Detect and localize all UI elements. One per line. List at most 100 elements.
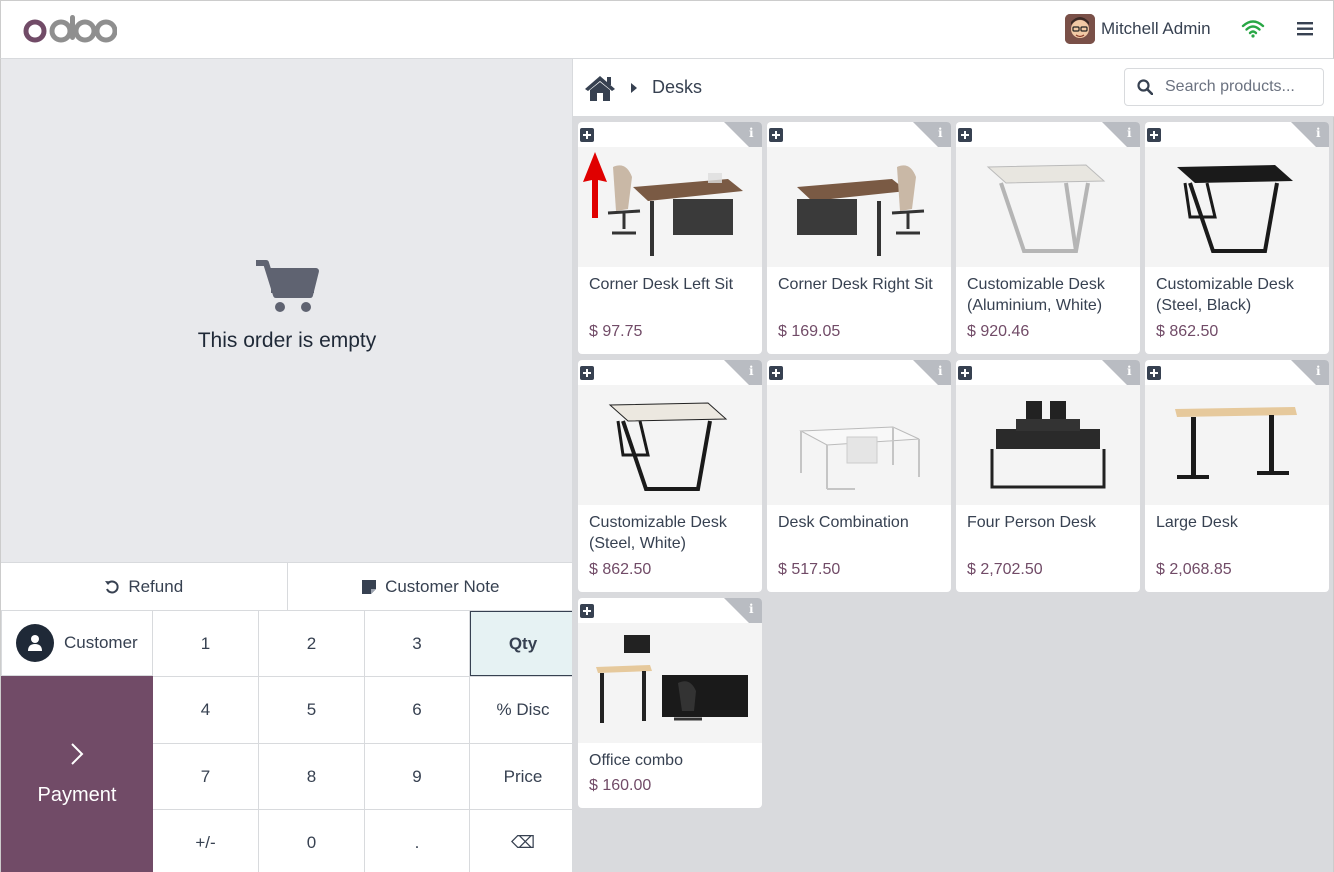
top-header: Mitchell Admin xyxy=(0,0,1334,59)
product-name: Office combo xyxy=(589,752,683,769)
control-pad: Customer Payment 1 2 3 Qty 4 5 6 % Disc … xyxy=(1,610,576,872)
customer-note-button[interactable]: Customer Note xyxy=(288,563,574,610)
numpad-mode-qty[interactable]: Qty xyxy=(470,611,576,676)
numpad-key-7[interactable]: 7 xyxy=(153,744,258,809)
customer-button[interactable]: Customer xyxy=(1,610,153,676)
svg-text:i: i xyxy=(749,364,754,378)
svg-text:i: i xyxy=(749,602,754,616)
add-product-icon[interactable] xyxy=(580,366,594,380)
svg-text:i: i xyxy=(1127,126,1132,140)
annotation-arrow xyxy=(583,152,607,218)
product-price: $ 920.46 xyxy=(967,323,1030,340)
product-image xyxy=(767,147,951,267)
payment-button[interactable]: Payment xyxy=(1,676,153,872)
product-name: Desk Combination xyxy=(778,514,909,531)
add-product-icon[interactable] xyxy=(769,128,783,142)
refund-button[interactable]: Refund xyxy=(1,563,288,610)
product-image xyxy=(578,623,762,743)
numpad: 1 2 3 Qty 4 5 6 % Disc 7 8 9 Price +/- 0… xyxy=(153,610,576,872)
product-name: Customizable Desk (Aluminium, White) xyxy=(967,276,1105,314)
empty-order-text: This order is empty xyxy=(197,329,377,352)
add-product-icon[interactable] xyxy=(580,128,594,142)
svg-text:i: i xyxy=(938,364,943,378)
search-icon xyxy=(1137,79,1153,95)
product-image xyxy=(1145,147,1329,267)
search-box[interactable] xyxy=(1124,68,1324,106)
product-card[interactable]: i Customizable Desk (Steel, Black) $ 862… xyxy=(1145,122,1329,354)
numpad-mode-discount[interactable]: % Disc xyxy=(470,677,576,743)
numpad-key-6[interactable]: 6 xyxy=(365,677,469,743)
undo-icon xyxy=(105,580,119,593)
search-input[interactable] xyxy=(1165,78,1315,96)
product-card[interactable]: i Four Person Desk $ 2,702.50 xyxy=(956,360,1140,592)
add-product-icon[interactable] xyxy=(769,366,783,380)
product-price: $ 517.50 xyxy=(778,561,841,578)
product-price: $ 862.50 xyxy=(589,561,652,578)
svg-text:i: i xyxy=(938,126,943,140)
product-image xyxy=(767,385,951,505)
add-product-icon[interactable] xyxy=(1147,128,1161,142)
customer-label: Customer xyxy=(64,633,138,652)
user-menu[interactable]: Mitchell Admin xyxy=(1065,14,1211,44)
product-name: Large Desk xyxy=(1156,514,1238,531)
product-price: $ 2,702.50 xyxy=(967,561,1043,578)
order-actions: Refund Customer Note xyxy=(1,562,573,610)
product-image xyxy=(578,385,762,505)
product-card[interactable]: i Office combo $ 160.00 xyxy=(578,598,762,808)
product-price: $ 2,068.85 xyxy=(1156,561,1232,578)
product-image xyxy=(1145,385,1329,505)
numpad-key-4[interactable]: 4 xyxy=(153,677,258,743)
order-pane: This order is empty Refund Customer Note xyxy=(0,59,576,872)
numpad-mode-price[interactable]: Price xyxy=(470,744,576,809)
customer-note-label: Customer Note xyxy=(385,576,500,596)
numpad-key-sign[interactable]: +/- xyxy=(153,810,258,872)
svg-text:i: i xyxy=(1316,364,1321,378)
wifi-icon[interactable] xyxy=(1241,19,1265,39)
numpad-key-9[interactable]: 9 xyxy=(365,744,469,809)
shopping-cart-icon xyxy=(256,260,319,312)
add-product-icon[interactable] xyxy=(958,128,972,142)
empty-order: This order is empty xyxy=(1,259,573,353)
product-card[interactable]: i Customizable Desk (Steel, White) $ 862… xyxy=(578,360,762,592)
user-name: Mitchell Admin xyxy=(1101,19,1211,38)
numpad-backspace[interactable]: ⌫ xyxy=(470,810,576,872)
product-card[interactable]: i Desk Combination $ 517.50 xyxy=(767,360,951,592)
numpad-key-8[interactable]: 8 xyxy=(259,744,364,809)
add-product-icon[interactable] xyxy=(580,604,594,618)
product-price: $ 160.00 xyxy=(589,777,652,794)
product-name: Corner Desk Left Sit xyxy=(589,276,734,293)
numpad-key-2[interactable]: 2 xyxy=(259,611,364,676)
hamburger-menu-icon[interactable] xyxy=(1297,21,1315,37)
add-product-icon[interactable] xyxy=(958,366,972,380)
numpad-key-3[interactable]: 3 xyxy=(365,611,469,676)
product-image xyxy=(956,147,1140,267)
numpad-key-0[interactable]: 0 xyxy=(259,810,364,872)
product-card[interactable]: i Large Desk $ 2,068.85 xyxy=(1145,360,1329,592)
product-name: Corner Desk Right Sit xyxy=(778,276,933,293)
product-card[interactable]: i Customizable Desk (Aluminium, White) $… xyxy=(956,122,1140,354)
product-name: Four Person Desk xyxy=(967,514,1096,531)
breadcrumb-category[interactable]: Desks xyxy=(652,77,702,98)
product-pane: Desks i Corner Desk Left Sit $ 9 xyxy=(572,59,1334,872)
odoo-logo[interactable] xyxy=(23,13,117,49)
svg-text:i: i xyxy=(1316,126,1321,140)
breadcrumb-separator-icon xyxy=(631,83,637,93)
product-name: Customizable Desk (Steel, White) xyxy=(589,514,727,552)
svg-text:i: i xyxy=(749,126,754,140)
product-price: $ 169.05 xyxy=(778,323,841,340)
chevron-right-icon xyxy=(71,742,84,765)
numpad-key-1[interactable]: 1 xyxy=(153,611,258,676)
product-image xyxy=(956,385,1140,505)
user-avatar xyxy=(1065,14,1095,44)
product-price: $ 862.50 xyxy=(1156,323,1219,340)
home-icon[interactable] xyxy=(584,74,616,102)
add-product-icon[interactable] xyxy=(1147,366,1161,380)
numpad-key-decimal[interactable]: . xyxy=(365,810,469,872)
product-card[interactable]: i Corner Desk Right Sit $ 169.05 xyxy=(767,122,951,354)
refund-label: Refund xyxy=(128,576,184,596)
note-icon xyxy=(362,579,377,594)
numpad-key-5[interactable]: 5 xyxy=(259,677,364,743)
user-icon xyxy=(16,624,54,662)
payment-label: Payment xyxy=(37,783,117,806)
svg-text:i: i xyxy=(1127,364,1132,378)
